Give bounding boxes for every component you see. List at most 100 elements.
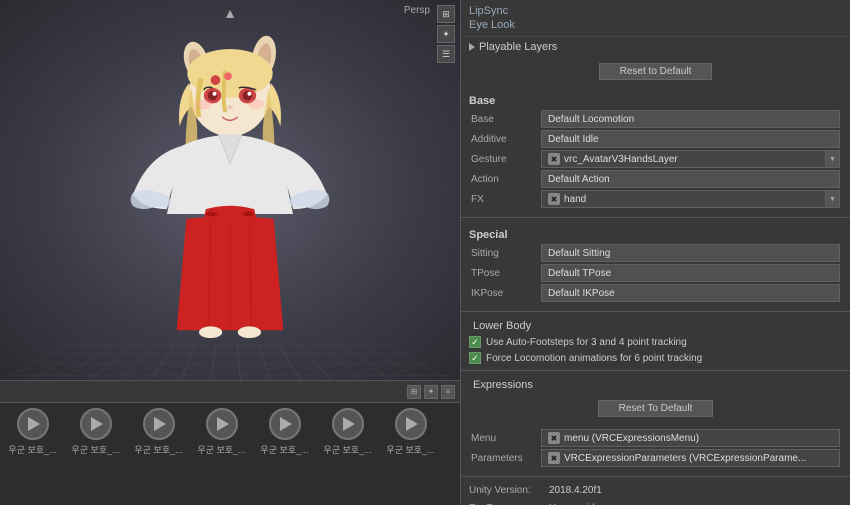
anim-play-icon-5: [343, 417, 355, 431]
anim-label-4: 우군 보호_...: [260, 443, 308, 456]
anim-label-3: 우군 보호_...: [197, 443, 245, 456]
anim-label-5: 우군 보호_...: [323, 443, 371, 456]
anim-play-icon-3: [217, 417, 229, 431]
prop-value-fx[interactable]: ✖ hand: [541, 190, 826, 208]
grid-floor: [0, 345, 460, 380]
lower-body-header[interactable]: Lower Body: [461, 316, 850, 334]
prop-value-ikpose[interactable]: Default IKPose: [541, 284, 840, 302]
prop-row-fx: FX ✖ hand: [469, 189, 842, 209]
lower-body-label: Lower Body: [473, 320, 531, 332]
prop-label-gesture: Gesture: [471, 154, 541, 165]
prop-row-base: Base Default Locomotion: [469, 109, 842, 129]
viewport-btn-1[interactable]: ⊞: [437, 5, 455, 23]
anim-play-btn-6[interactable]: [395, 408, 427, 440]
animation-item-1: 우군 보호_...: [68, 408, 123, 456]
menu-icon: ✖: [548, 432, 560, 444]
timeline: ⊞ ✦ ≡ 우군 보호_... 우군 보호_... 우군 보호_... 우군 보호_.…: [0, 380, 460, 505]
prop-value-parameters[interactable]: ✖ VRCExpressionParameters (VRCExpression…: [541, 449, 840, 467]
anim-play-icon-2: [154, 417, 166, 431]
anim-play-btn-4[interactable]: [269, 408, 301, 440]
special-group-title: Special: [469, 226, 842, 243]
viewport-btn-2[interactable]: ✦: [437, 25, 455, 43]
anim-play-icon-4: [280, 417, 292, 431]
anim-play-btn-0[interactable]: [17, 408, 49, 440]
viewport-background: Persp ▲ ⊞ ✦ ☰: [0, 0, 460, 380]
prop-row-tpose: TPose Default TPose: [469, 263, 842, 283]
prop-row-gesture: Gesture ✖ vrc_AvatarV3HandsLayer: [469, 149, 842, 169]
timeline-btn-1[interactable]: ⊞: [407, 385, 421, 399]
prop-value-base[interactable]: Default Locomotion: [541, 110, 840, 128]
playable-triangle-icon: [469, 43, 475, 51]
divider-2: [461, 311, 850, 312]
expressions-label: Expressions: [473, 379, 533, 391]
forcelocomotion-label: Force Locomotion animations for 6 point …: [486, 353, 702, 364]
anim-play-btn-5[interactable]: [332, 408, 364, 440]
checkbox-forcelocomotion: Force Locomotion animations for 6 point …: [461, 350, 850, 366]
expressions-group: Menu ✖ menu (VRCExpressionsMenu) Paramet…: [461, 424, 850, 472]
anim-label-2: 우군 보호_...: [134, 443, 182, 456]
anim-label-0: 우군 보호_...: [8, 443, 56, 456]
prop-row-action: Action Default Action: [469, 169, 842, 189]
viewport: Persp ▲ ⊞ ✦ ☰ ⊞ ✦ ≡ 우군 보호_... 우군 보호_... 우군…: [0, 0, 460, 505]
base-group: Base Base Default Locomotion Additive De…: [461, 88, 850, 213]
prop-value-tpose[interactable]: Default TPose: [541, 264, 840, 282]
autofootsteps-checkbox[interactable]: [469, 336, 481, 348]
gesture-dropdown[interactable]: [826, 150, 840, 168]
inspector-panel: LipSync Eye Look Playable Layers Reset t…: [460, 0, 850, 505]
prop-label-tpose: TPose: [471, 268, 541, 279]
checkbox-autofootsteps: Use Auto-Footsteps for 3 and 4 point tra…: [461, 334, 850, 350]
forcelocomotion-checkbox[interactable]: [469, 352, 481, 364]
timeline-btn-3[interactable]: ≡: [441, 385, 455, 399]
unity-version-value: 2018.4.20f1: [549, 485, 602, 496]
expressions-reset-button[interactable]: Reset To Default: [598, 400, 714, 417]
expressions-header[interactable]: Expressions: [461, 375, 850, 393]
nav-link-eyelook[interactable]: Eye Look: [469, 18, 842, 32]
prop-label-parameters: Parameters: [471, 453, 541, 464]
divider-1: [461, 217, 850, 218]
prop-label-base: Base: [471, 114, 541, 125]
prop-label-ikpose: IKPose: [471, 288, 541, 299]
prop-value-additive[interactable]: Default Idle: [541, 130, 840, 148]
reset-to-default-button[interactable]: Reset to Default: [599, 63, 713, 80]
anim-play-btn-1[interactable]: [80, 408, 112, 440]
playable-layers-header[interactable]: Playable Layers: [461, 37, 850, 55]
prop-value-menu[interactable]: ✖ menu (VRCExpressionsMenu): [541, 429, 840, 447]
animation-item-5: 우군 보호_...: [320, 408, 375, 456]
avatar-container: [110, 20, 350, 340]
prop-label-fx: FX: [471, 194, 541, 205]
base-group-title: Base: [469, 92, 842, 109]
prop-row-ikpose: IKPose Default IKPose: [469, 283, 842, 303]
prop-label-sitting: Sitting: [471, 248, 541, 259]
fx-dropdown[interactable]: [826, 190, 840, 208]
anim-play-btn-3[interactable]: [206, 408, 238, 440]
animation-item-2: 우군 보호_...: [131, 408, 186, 456]
special-group: Special Sitting Default Sitting TPose De…: [461, 222, 850, 307]
anim-play-btn-2[interactable]: [143, 408, 175, 440]
divider-3: [461, 370, 850, 371]
viewport-controls: ⊞ ✦ ☰: [437, 5, 455, 63]
nav-link-lipsync[interactable]: LipSync: [469, 4, 842, 18]
timeline-btn-2[interactable]: ✦: [424, 385, 438, 399]
prop-row-sitting: Sitting Default Sitting: [469, 243, 842, 263]
animation-item-3: 우군 보호_...: [194, 408, 249, 456]
viewport-btn-3[interactable]: ☰: [437, 45, 455, 63]
timeline-toolbar: ⊞ ✦ ≡: [0, 381, 460, 403]
autofootsteps-label: Use Auto-Footsteps for 3 and 4 point tra…: [486, 337, 687, 348]
prop-label-action: Action: [471, 174, 541, 185]
prop-value-gesture[interactable]: ✖ vrc_AvatarV3HandsLayer: [541, 150, 826, 168]
fx-icon: ✖: [548, 193, 560, 205]
prop-label-additive: Additive: [471, 134, 541, 145]
animation-item-0: 우군 보호_...: [5, 408, 60, 456]
anim-play-icon-0: [28, 417, 40, 431]
prop-value-sitting[interactable]: Default Sitting: [541, 244, 840, 262]
prop-row-menu: Menu ✖ menu (VRCExpressionsMenu): [469, 428, 842, 448]
move-gizmo: ▲: [223, 5, 237, 21]
unity-version-label: Unity Version:: [469, 485, 549, 496]
gesture-icon: ✖: [548, 153, 560, 165]
expressions-reset-container: Reset To Default: [461, 393, 850, 424]
animation-item-4: 우군 보호_...: [257, 408, 312, 456]
top-nav: LipSync Eye Look: [461, 0, 850, 37]
prop-label-menu: Menu: [471, 433, 541, 444]
prop-value-action[interactable]: Default Action: [541, 170, 840, 188]
parameters-icon: ✖: [548, 452, 560, 464]
